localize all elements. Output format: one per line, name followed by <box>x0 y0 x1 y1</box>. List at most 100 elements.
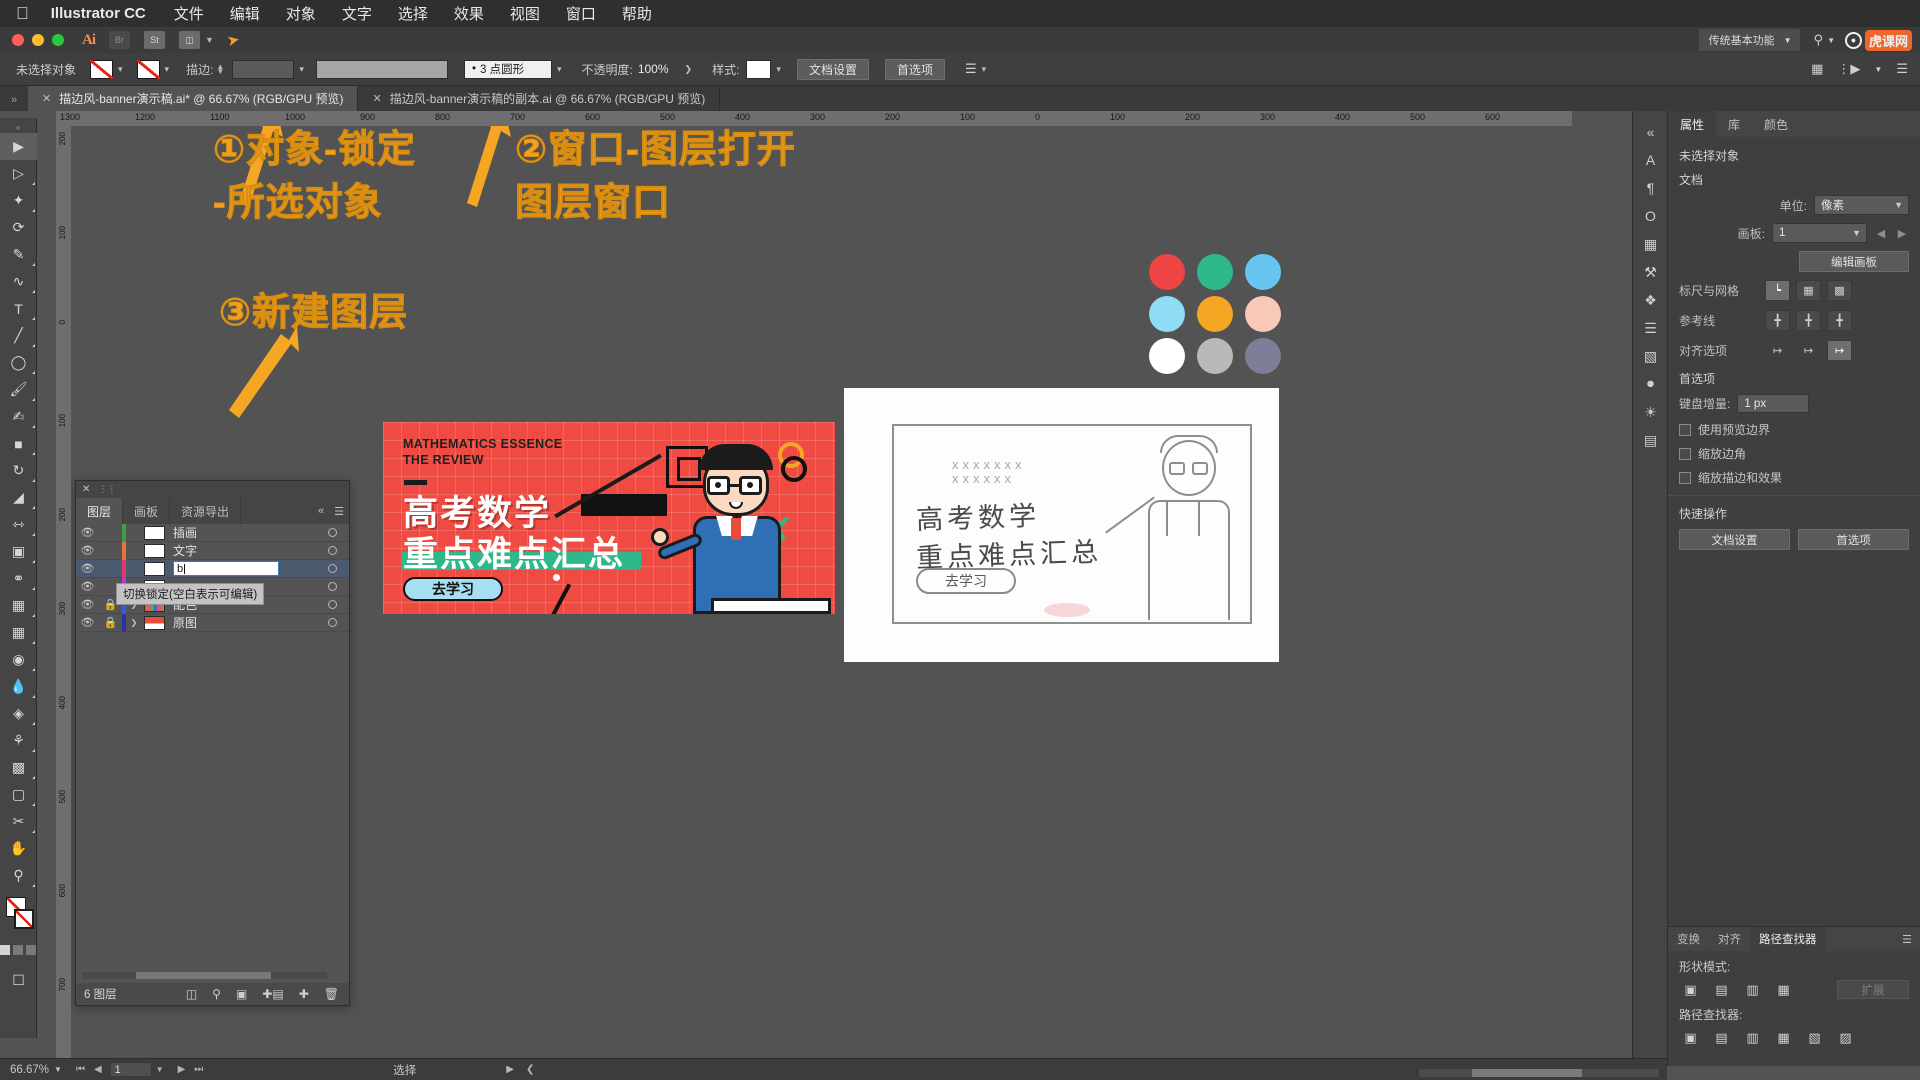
chevron-down-icon[interactable]: ▾ <box>118 64 123 75</box>
paragraph-panel-icon[interactable]: ¶ <box>1633 174 1668 202</box>
create-new-sublayer-button[interactable]: ✚▤ <box>262 987 283 1001</box>
swatch-circle-orange[interactable] <box>1197 296 1233 332</box>
lock-guides-icon[interactable]: ╋ <box>1796 310 1821 331</box>
delete-layer-button[interactable]: 🗑 <box>324 987 339 1001</box>
smart-guides-icon[interactable]: ╋ <box>1827 310 1852 331</box>
arrange-documents-icon[interactable]: ◫ <box>179 31 200 49</box>
document-setup-button[interactable]: 文档设置 <box>796 58 869 80</box>
layer-row[interactable]: 👁 插画 <box>76 523 349 542</box>
minimize-window-button[interactable] <box>32 34 44 46</box>
checkbox-icon[interactable] <box>1679 447 1691 460</box>
swatch-circle-green[interactable] <box>1197 254 1233 290</box>
character-panel-icon[interactable]: A <box>1633 146 1668 174</box>
checkbox-icon[interactable] <box>1679 471 1691 484</box>
tool-magic-wand[interactable]: ✦ <box>0 187 37 214</box>
chevron-right-icon[interactable]: ❯ <box>126 618 142 627</box>
vertical-ruler[interactable]: 200 100 0 100 200 300 400 500 600 700 <box>56 126 71 1066</box>
gradient-mode-icon[interactable] <box>13 945 23 955</box>
scale-strokes-effects-option[interactable]: 缩放描边和效果 <box>1679 469 1909 486</box>
collapse-panel-icon[interactable]: « <box>313 498 329 524</box>
tab-color[interactable]: 颜色 <box>1752 111 1800 137</box>
toolbar-grip[interactable]: » <box>0 122 36 133</box>
chevron-down-icon[interactable]: ▾ <box>776 64 781 75</box>
tool-column-graph[interactable]: ▩ <box>0 754 37 781</box>
graphic-style-swatch[interactable] <box>746 59 772 79</box>
menu-item-view[interactable]: 视图 <box>510 3 540 24</box>
menu-item-help[interactable]: 帮助 <box>622 3 652 24</box>
merge-icon[interactable]: ▥ <box>1741 1028 1764 1047</box>
tab-properties[interactable]: 属性 <box>1668 111 1717 137</box>
artboard-dropdown[interactable]: 1 ▼ <box>1772 223 1867 243</box>
fill-swatch-icon[interactable] <box>14 909 34 929</box>
stroke-panel-icon[interactable]: ☰ <box>1633 314 1668 342</box>
chevron-down-icon[interactable]: ▼ <box>205 35 214 45</box>
opacity-value[interactable]: 100% <box>638 62 669 76</box>
close-icon[interactable]: ✕ <box>372 92 381 105</box>
outline-icon[interactable]: ▧ <box>1803 1028 1826 1047</box>
chevron-down-icon[interactable]: ▼ <box>1874 65 1882 74</box>
make-clipping-mask-icon[interactable]: ◫ <box>186 987 197 1001</box>
target-indicator-icon[interactable] <box>328 600 337 609</box>
next-artboard-icon[interactable]: ▶ <box>1895 227 1909 240</box>
menu-item-window[interactable]: 窗口 <box>566 3 596 24</box>
tool-change-screen-mode[interactable]: ☐ <box>0 967 37 994</box>
show-transparency-grid-icon[interactable]: ▩ <box>1827 280 1852 301</box>
locate-object-icon[interactable]: ▣ <box>236 987 247 1001</box>
flyout-icon[interactable]: ❮ <box>526 1064 534 1075</box>
layers-horizontal-scrollbar[interactable] <box>82 972 327 979</box>
layers-list[interactable]: 👁插画👁文字👁b👁👁🔒❯配色👁🔒❯原图 <box>76 523 349 632</box>
tool-symbol-sprayer[interactable]: ⚘ <box>0 727 37 754</box>
layer-row[interactable]: 👁 b <box>76 559 349 578</box>
gradient-panel-icon[interactable]: ▧ <box>1633 342 1668 370</box>
trim-icon[interactable]: ▤ <box>1710 1028 1733 1047</box>
horizontal-ruler[interactable]: 1300 1200 1100 1000 900 800 700 600 500 400 300 200… <box>56 111 1572 126</box>
create-new-sublayer-icon[interactable]: ⚲ <box>212 987 221 1001</box>
stroke-weight-input[interactable] <box>232 59 295 79</box>
expand-panels-icon[interactable]: « <box>1633 118 1668 146</box>
tab-align[interactable]: 对齐 <box>1709 927 1750 951</box>
snap-to-point-icon[interactable]: ↦ <box>1765 340 1790 361</box>
close-icon[interactable]: ✕ <box>82 484 90 495</box>
tab-layers[interactable]: 图层 <box>76 498 124 524</box>
eye-icon[interactable]: 👁 <box>76 562 99 575</box>
tool-blend[interactable]: ◈ <box>0 700 37 727</box>
tool-hand[interactable]: ✋ <box>0 835 37 862</box>
target-indicator-icon[interactable] <box>328 582 337 591</box>
fill-color-swatch[interactable] <box>90 59 114 79</box>
document-tab-1[interactable]: ✕ 描边风-banner演示稿.ai* @ 66.67% (RGB/GPU 预览… <box>28 86 359 111</box>
target-indicator-icon[interactable] <box>328 618 337 627</box>
search-adobe-stock-icon[interactable]: ⚲ ▼ <box>1814 32 1835 48</box>
horizontal-scrollbar[interactable] <box>1419 1069 1659 1077</box>
tool-pen[interactable]: ✎ <box>0 241 37 268</box>
app-name-label[interactable]: Illustrator CC <box>51 5 146 22</box>
checkbox-icon[interactable] <box>1679 423 1691 436</box>
play-icon[interactable]: ▶ <box>506 1064 514 1075</box>
panel-grip-icon[interactable]: ⋮⋮ <box>98 484 116 495</box>
color-mode-icon[interactable] <box>0 945 10 955</box>
target-indicator-icon[interactable] <box>328 564 337 573</box>
intersect-icon[interactable]: ▥ <box>1741 980 1764 999</box>
tool-slice[interactable]: ✂ <box>0 808 37 835</box>
align-icon[interactable]: ☰ <box>965 61 977 77</box>
appearance-panel-icon[interactable]: ⚫ <box>1633 370 1668 398</box>
opentype-panel-icon[interactable]: O <box>1633 202 1668 230</box>
fill-stroke-indicator[interactable] <box>0 893 37 939</box>
stock-icon[interactable]: St <box>144 31 165 49</box>
banner-cta-button[interactable]: 去学习 <box>403 577 503 601</box>
stepper-icon[interactable]: ▲ ▼ <box>216 63 224 76</box>
canvas-area[interactable]: ①对象-锁定 -所选对象 ②窗口-图层打开 图层窗口 ③新建图层 MATHEMA… <box>71 126 1572 1066</box>
eye-icon[interactable]: 👁 <box>76 598 99 611</box>
tool-curvature[interactable]: ∿ <box>0 268 37 295</box>
tool-free-transform[interactable]: ▣ <box>0 538 37 565</box>
chevron-down-icon[interactable]: ▾ <box>299 64 304 75</box>
preferences-button[interactable]: 首选项 <box>884 58 945 80</box>
document-tab-2[interactable]: ✕ 描边风-banner演示稿的副本.ai @ 66.67% (RGB/GPU … <box>358 86 721 111</box>
snap-to-pixel-icon[interactable]: ↦ <box>1827 340 1852 361</box>
target-indicator-icon[interactable] <box>328 528 337 537</box>
chevron-down-icon[interactable]: ▾ <box>557 64 562 75</box>
eye-icon[interactable]: 👁 <box>76 544 99 557</box>
stroke-profile-dropdown[interactable] <box>315 59 448 79</box>
tool-type[interactable]: T <box>0 295 37 322</box>
first-artboard-icon[interactable]: ⏮ <box>76 1064 85 1075</box>
tab-asset-export[interactable]: 资源导出 <box>170 498 242 524</box>
